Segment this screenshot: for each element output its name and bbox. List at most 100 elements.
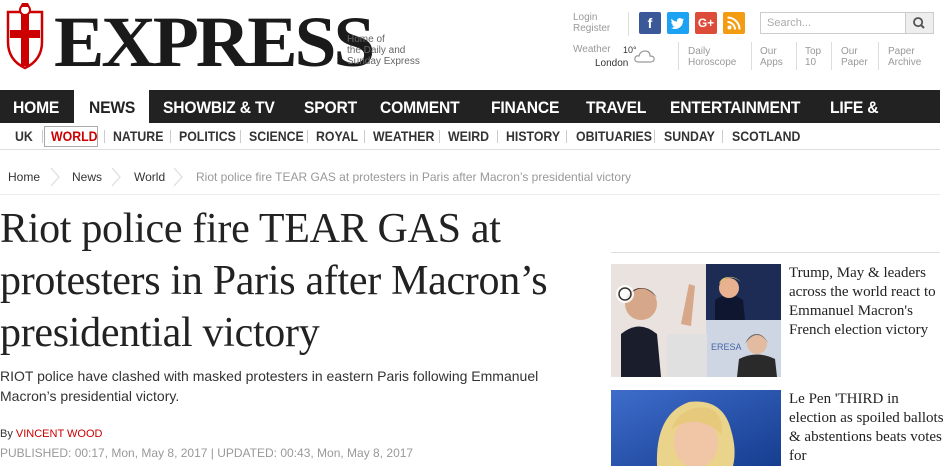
cloud-icon: [634, 50, 655, 63]
divider: [751, 42, 752, 70]
related-story-card[interactable]: Le Pen 'THIRD in election as spoiled bal…: [611, 390, 944, 466]
link-line: Daily: [688, 46, 711, 57]
divider: [307, 130, 308, 143]
divider: [364, 130, 365, 143]
story-thumbnail[interactable]: [611, 390, 781, 466]
macron-trump-may-photo: ERESA: [611, 264, 781, 377]
author-link[interactable]: VINCENT WOOD: [16, 428, 103, 440]
divider: [611, 252, 940, 253]
main-navigation: HOME NEWS SHOWBIZ & TV SPORT COMMENT FIN…: [0, 90, 940, 152]
subnav-uk[interactable]: UK: [15, 123, 33, 149]
link-line: Our: [841, 46, 858, 57]
le-pen-photo: [611, 390, 781, 466]
divider: [678, 42, 679, 70]
breadcrumb-current-article: Riot police fire TEAR GAS at protesters …: [196, 170, 632, 184]
headline-line: protesters in Paris after Macron’s: [0, 258, 548, 304]
search-input[interactable]: Search...: [760, 12, 906, 34]
divider: [654, 130, 655, 143]
login-link[interactable]: Login: [573, 12, 610, 23]
nav-travel[interactable]: TRAVEL: [586, 90, 646, 123]
link-line: 10: [805, 57, 817, 68]
photo-text: ERESA: [711, 342, 742, 352]
subnav-politics[interactable]: POLITICS: [179, 123, 236, 149]
tagline-line: Sunday Express: [347, 56, 420, 67]
link-line: Apps: [760, 57, 783, 68]
subnav-world[interactable]: WORLD: [51, 123, 98, 149]
subnav-royal[interactable]: ROYAL: [316, 123, 358, 149]
chevron-right-icon: [173, 167, 183, 187]
story-title[interactable]: Le Pen 'THIRD in election as spoiled bal…: [789, 390, 944, 466]
link-line: Paper: [841, 57, 868, 68]
chevron-right-icon: [50, 167, 60, 187]
horoscope-link[interactable]: Daily Horoscope: [688, 46, 736, 68]
divider: [831, 42, 832, 70]
search-button[interactable]: [906, 12, 934, 34]
tagline-line: Home of: [347, 34, 385, 45]
breadcrumb-news[interactable]: News: [72, 170, 102, 184]
apps-link[interactable]: Our Apps: [760, 46, 783, 68]
link-line: Archive: [888, 57, 922, 68]
divider: [497, 130, 498, 143]
site-header: EXPRESS Home of the Daily and Sunday Exp…: [0, 0, 951, 90]
breadcrumb-world[interactable]: World: [134, 170, 165, 184]
subnav-obituaries[interactable]: OBITUARIES: [576, 123, 652, 149]
link-line: Our: [760, 46, 777, 57]
nav-comment[interactable]: COMMENT: [380, 90, 460, 123]
divider: [878, 42, 879, 70]
divider: [722, 130, 723, 143]
nav-life-style[interactable]: LIFE & STYLE: [830, 90, 931, 152]
link-line: Paper: [888, 46, 915, 57]
rss-feed-icon: [727, 16, 741, 30]
breadcrumb-home[interactable]: Home: [8, 170, 40, 184]
breadcrumb: Home News World Riot police fire TEAR GA…: [0, 161, 940, 195]
register-link[interactable]: Register: [573, 23, 610, 34]
subnav-nature[interactable]: NATURE: [113, 123, 163, 149]
our-paper-link[interactable]: Our Paper: [841, 46, 868, 68]
nav-entertainment[interactable]: ENTERTAINMENT: [670, 90, 800, 123]
rss-icon[interactable]: [723, 12, 745, 34]
nav-showbiz-tv[interactable]: SHOWBIZ & TV: [163, 90, 275, 123]
subnav-weather[interactable]: WEATHER: [373, 123, 434, 149]
related-story-card[interactable]: ERESA Trump, May & leaders across the wo…: [611, 264, 940, 378]
divider: [42, 130, 43, 143]
weather-city[interactable]: London: [595, 58, 628, 69]
weather-label[interactable]: Weather: [573, 44, 611, 55]
twitter-icon[interactable]: [667, 12, 689, 34]
divider: [628, 12, 629, 36]
headline-line: Riot police fire TEAR GAS at: [0, 206, 501, 252]
google-plus-icon[interactable]: G+: [695, 12, 717, 34]
nav-home[interactable]: HOME: [13, 90, 59, 123]
subnav-scotland[interactable]: SCOTLAND: [732, 123, 800, 149]
headline-line: presidential victory: [0, 310, 320, 356]
facebook-icon[interactable]: f: [639, 12, 661, 34]
subnav-science[interactable]: SCIENCE: [249, 123, 304, 149]
divider: [439, 130, 440, 143]
publish-timestamp: PUBLISHED: 00:17, Mon, May 8, 2017 | UPD…: [0, 446, 414, 460]
chevron-right-icon: [111, 167, 121, 187]
article-standfirst: RIOT police have clashed with masked pro…: [0, 368, 539, 404]
subnav-sunday[interactable]: SUNDAY: [664, 123, 715, 149]
logo-tagline: Home of the Daily and Sunday Express: [347, 34, 442, 67]
story-thumbnail[interactable]: ERESA: [611, 264, 781, 377]
top10-link[interactable]: Top 10: [805, 46, 821, 68]
byline: By VINCENT WOOD: [0, 428, 102, 440]
link-line: Horoscope: [688, 57, 737, 68]
story-title[interactable]: Trump, May & leaders across the world re…: [789, 264, 944, 340]
paper-archive-link[interactable]: Paper Archive: [888, 46, 921, 68]
divider: [170, 130, 171, 143]
nav-finance[interactable]: FINANCE: [491, 90, 559, 123]
nav-news[interactable]: NEWS: [89, 90, 135, 123]
search-icon: [913, 17, 925, 29]
subnav-history[interactable]: HISTORY: [506, 123, 560, 149]
divider: [566, 130, 567, 143]
nav-sport[interactable]: SPORT: [304, 90, 357, 123]
divider: [796, 42, 797, 70]
site-logo[interactable]: EXPRESS: [54, 2, 375, 82]
link-line: Top: [805, 46, 822, 57]
subnav-weird[interactable]: WEIRD: [448, 123, 489, 149]
account-links: Login Register: [573, 12, 610, 34]
tagline-line: the Daily and: [347, 45, 406, 56]
crusader-crest-logo-icon[interactable]: [2, 2, 48, 70]
byline-prefix: By: [0, 428, 13, 440]
divider: [104, 130, 105, 143]
